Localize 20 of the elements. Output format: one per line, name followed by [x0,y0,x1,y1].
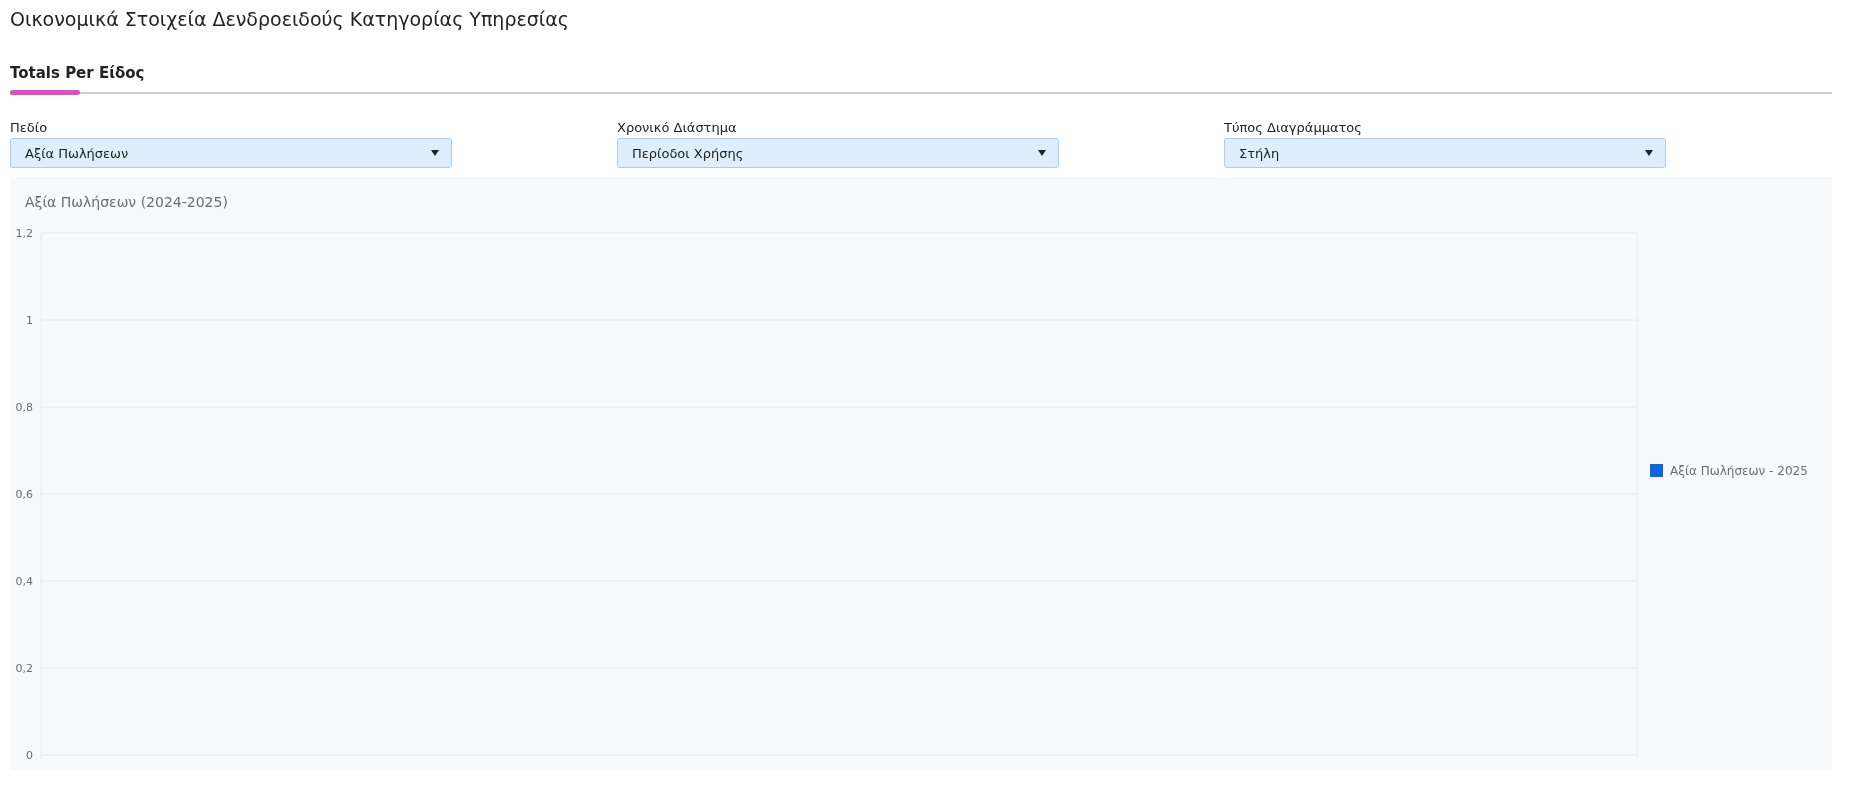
chart-title: Αξία Πωλήσεων (2024-2025) [24,193,229,212]
tick-label: 1,2 [15,227,33,240]
tab[interactable]: Totals Per Είδος [10,64,145,92]
tick-label: 0 [26,749,33,762]
field-label: Χρονικό Διάστημα [617,120,738,135]
tick-label: 0,6 [15,488,33,501]
page-title: Οικονομικά Στοιχεία Δενδροειδούς Κατηγορίας Υπηρεσίας [10,8,570,32]
field-label: Πεδίο [10,120,49,135]
legend-label[interactable]: Αξία Πωλήσεων - 2025 [1670,464,1808,478]
tick-label: 0,4 [15,575,33,588]
field-label: Τύπος Διαγράμματος [1224,120,1363,135]
dropdown[interactable]: Στήλη [1224,138,1666,168]
dropdown[interactable]: Αξία Πωλήσεων [10,138,452,168]
tick-label: 1 [26,314,33,327]
tick-label: 0,2 [15,662,33,675]
caret-icon [1038,150,1046,156]
caret-icon [431,150,439,156]
tick-label: 0,8 [15,401,33,414]
dropdown[interactable]: Περίοδοι Χρήσης [617,138,1059,168]
caret-icon [1645,150,1653,156]
